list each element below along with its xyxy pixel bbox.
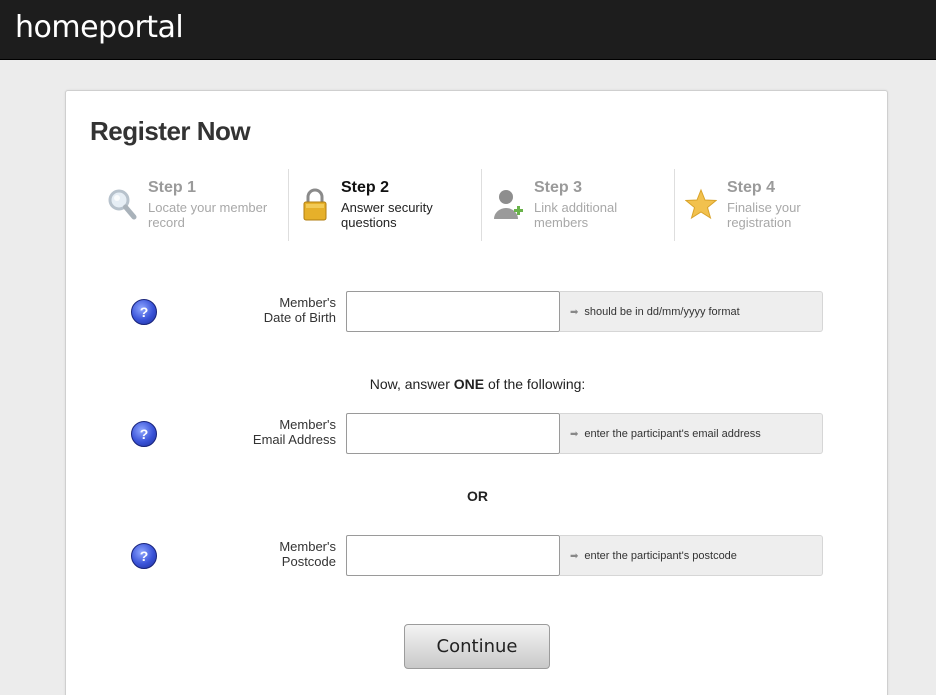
arrow-right-icon: ➡ [570, 307, 579, 318]
step-3-title: Step 3 [534, 179, 583, 196]
search-icon [108, 189, 137, 220]
dob-help-icon[interactable]: ? [131, 299, 157, 325]
step-4-title: Step 4 [727, 179, 776, 196]
step-indicator: Step 1 Locate your member record Step 2 … [96, 169, 868, 241]
brand-logo[interactable]: homeportal [15, 10, 184, 45]
step-4: Step 4 Finalise your registration [675, 169, 868, 241]
email-hint-text: enter the participant's email address [584, 428, 761, 440]
postcode-hint: ➡ enter the participant's postcode [560, 535, 823, 576]
arrow-right-icon: ➡ [570, 429, 579, 440]
email-label: Member's Email Address [171, 417, 336, 447]
register-card: Register Now Step 1 Locate your member r… [65, 90, 888, 695]
lock-icon [303, 188, 327, 221]
email-help-icon[interactable]: ? [131, 421, 157, 447]
top-bar: homeportal [0, 0, 936, 60]
postcode-input[interactable] [346, 535, 560, 576]
email-row: ? Member's Email Address ➡ enter the part… [131, 413, 831, 455]
star-icon [685, 188, 717, 220]
postcode-help-icon[interactable]: ? [131, 543, 157, 569]
postcode-label-line1: Member's [279, 539, 336, 554]
prompt-bold: ONE [453, 376, 485, 392]
dob-hint-text: should be in dd/mm/yyyy format [584, 306, 740, 318]
step-1: Step 1 Locate your member record [96, 169, 289, 241]
postcode-row: ? Member's Postcode ➡ enter the participa… [131, 535, 831, 577]
email-label-line2: Email Address [252, 432, 336, 447]
answer-one-prompt: Now, answer ONE of the following: [66, 376, 889, 392]
dob-label-line1: Member's [279, 295, 336, 310]
dob-input[interactable] [346, 291, 560, 332]
email-hint: ➡ enter the participant's email address [560, 413, 823, 454]
step-4-desc: Finalise your registration [727, 200, 801, 230]
step-3: Step 3 Link additional members [482, 169, 675, 241]
prompt-after: of the following: [484, 376, 586, 392]
email-label-line1: Member's [279, 417, 336, 432]
step-2-title: Step 2 [341, 179, 390, 196]
postcode-hint-text: enter the participant's postcode [584, 550, 737, 562]
postcode-label: Member's Postcode [171, 539, 336, 569]
step-3-desc: Link additional members [534, 200, 618, 230]
step-1-desc: Locate your member record [148, 200, 268, 230]
step-2-desc: Answer security questions [341, 200, 433, 230]
prompt-before: Now, answer [369, 376, 454, 392]
dob-label-line2: Date of Birth [263, 310, 336, 325]
postcode-label-line2: Postcode [281, 554, 336, 569]
dob-row: ? Member's Date of Birth ➡ should be in d… [131, 291, 831, 333]
or-separator: OR [467, 488, 488, 504]
step-2: Step 2 Answer security questions [289, 169, 482, 241]
dob-label: Member's Date of Birth [171, 295, 336, 325]
arrow-right-icon: ➡ [570, 551, 579, 562]
page-title: Register Now [90, 116, 251, 146]
step-1-title: Step 1 [148, 179, 197, 196]
dob-hint: ➡ should be in dd/mm/yyyy format [560, 291, 823, 332]
add-user-icon [494, 190, 523, 219]
continue-button[interactable]: Continue [404, 624, 550, 669]
email-input[interactable] [346, 413, 560, 454]
